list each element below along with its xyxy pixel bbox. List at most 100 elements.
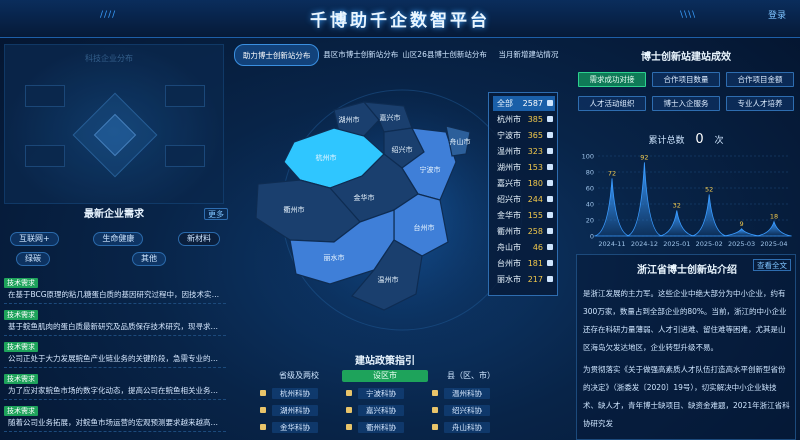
city-row[interactable]: 温州市 323: [493, 144, 555, 159]
area-spike[interactable]: [626, 162, 663, 237]
map-label-shaoxing: 绍兴市: [392, 145, 413, 154]
city-count: 385: [527, 115, 543, 124]
policy-item-label: 衢州科协: [358, 421, 404, 433]
policy-tab-city[interactable]: 设区市: [342, 370, 428, 382]
area-spike[interactable]: [723, 228, 760, 237]
demand-text: 为了应对家鲩鱼市场的数字化动态，提高公司在鲩鱼相关业务的...: [8, 386, 222, 395]
area-spike[interactable]: [756, 220, 792, 237]
tab-mountain-26-counties[interactable]: 山区26县博士创新站分布: [402, 44, 487, 66]
demand-item[interactable]: 技术需求 为了应对家鲩鱼市场的数字化动态，提高公司在鲩鱼相关业务的...: [4, 374, 226, 400]
demand-item[interactable]: 技术需求 公司正处于大力发展鲩鱼产业链业务的关键阶段，急需专业的鲩鱼...: [4, 342, 226, 368]
city-row[interactable]: 台州市 181: [493, 256, 555, 271]
map-label-quzhou: 衢州市: [284, 205, 305, 214]
login-link[interactable]: 登录: [768, 8, 786, 21]
data-label: 92: [640, 153, 648, 161]
city-name: 温州市: [497, 147, 521, 156]
city-row[interactable]: 宁波市 365: [493, 128, 555, 143]
demand-item[interactable]: 技术需求 在基于BCG原理的粘几糖蛋白质的基因研究过程中，因技术实现、数...: [4, 278, 226, 304]
area-spike[interactable]: [691, 194, 727, 237]
policy-panel: 建站政策指引 省级及两校 设区市 县（区、市） 杭州科协 宁波科协 温州科协 湖…: [250, 352, 520, 440]
intro-body: 是浙江发展的主力军。这些企业中绝大部分为中小企业，约有300万家，数量占到全部企…: [583, 285, 791, 437]
tag-internet-plus[interactable]: 互联网+: [10, 232, 59, 246]
city-name: 舟山市: [497, 243, 521, 252]
area-spike[interactable]: [594, 178, 630, 237]
city-row[interactable]: 杭州市 385: [493, 112, 555, 127]
header-deco-right: \\\\: [680, 10, 697, 20]
city-name: 嘉兴市: [497, 179, 521, 188]
policy-item[interactable]: 湖州科协: [256, 403, 342, 417]
tab-doctor-station-distribution[interactable]: 助力博士创新站分布: [234, 44, 320, 66]
policy-panel-title: 建站政策指引: [355, 356, 415, 367]
policy-tab-provincial[interactable]: 省级及两校: [256, 370, 342, 382]
city-name: 宁波市: [497, 131, 521, 140]
doc-icon: [432, 390, 438, 396]
city-count: 46: [532, 243, 543, 252]
tab-monthly-new-stations[interactable]: 当月新增建站情况: [487, 44, 570, 66]
city-row[interactable]: 舟山市 46: [493, 240, 555, 255]
page-title: 千博助千企数智平台: [310, 11, 490, 31]
policy-item[interactable]: 衢州科协: [342, 420, 428, 434]
policy-item[interactable]: 温州科协: [428, 386, 514, 400]
side-chip: [165, 85, 205, 107]
policy-item[interactable]: 杭州科协: [256, 386, 342, 400]
policy-item[interactable]: 宁波科协: [342, 386, 428, 400]
city-count: 181: [527, 259, 543, 268]
city-row[interactable]: 嘉兴市 180: [493, 176, 555, 191]
total-value: 0: [695, 132, 704, 147]
policy-item-label: 嘉兴科协: [358, 404, 404, 416]
btn-talent-events[interactable]: 人才活动组织: [578, 96, 646, 111]
policy-item[interactable]: 金华科协: [256, 420, 342, 434]
demand-item[interactable]: 技术需求 基于鲩鱼肌肉的蛋白质最新研究及品质保存技术研究，现寻求专...: [4, 310, 226, 336]
demand-text: 随着公司业务拓展，对鲩鱼市场运营的宏观预测要求越来越高，现需...: [8, 418, 222, 427]
btn-project-amount[interactable]: 合作项目金额: [726, 72, 794, 87]
city-row[interactable]: 丽水市 217: [493, 272, 555, 287]
area-spike[interactable]: [659, 210, 695, 237]
city-row[interactable]: 衢州市 258: [493, 224, 555, 239]
btn-project-count[interactable]: 合作项目数量: [652, 72, 720, 87]
map-label-wenzhou: 温州市: [378, 275, 399, 284]
map-label-huzhou: 湖州市: [339, 115, 360, 124]
tag-green-carbon[interactable]: 绿碳: [16, 252, 50, 266]
side-chip: [25, 85, 65, 107]
total-unit: 次: [714, 136, 724, 146]
map-label-taizhou: 台州市: [414, 223, 435, 232]
policy-item[interactable]: 嘉兴科协: [342, 403, 428, 417]
tag-other[interactable]: 其他: [132, 252, 166, 266]
city-row[interactable]: 金华市 155: [493, 208, 555, 223]
results-button-row-2: 人才活动组织 博士入企服务 专业人才培养: [578, 96, 794, 111]
tag-new-materials[interactable]: 新材料: [177, 232, 220, 246]
demand-text: 基于鲩鱼肌肉的蛋白质最新研究及品质保存技术研究，现寻求专...: [8, 322, 222, 331]
station-icon: [547, 116, 553, 122]
intro-more-button[interactable]: 查看全文: [753, 259, 791, 271]
faint-panel-title: 科技企业分布: [85, 54, 133, 63]
station-icon: [547, 260, 553, 266]
trend-chart: 0 20 40 60 80 100 72 2024-11 92 2024-12 32 2025-01 5…: [582, 153, 792, 248]
city-count: 258: [527, 227, 543, 236]
demand-item[interactable]: 技术需求 随着公司业务拓展，对鲩鱼市场运营的宏观预测要求越来越高，现需...: [4, 406, 226, 432]
station-icon: [547, 212, 553, 218]
tag-life-health[interactable]: 生命健康: [93, 232, 144, 246]
doc-icon: [432, 424, 438, 430]
right-column: 博士创新站建站成效 需求成功对接 合作项目数量 合作项目金额 人才活动组织 博士…: [572, 40, 800, 440]
city-row[interactable]: 绍兴市 244: [493, 192, 555, 207]
station-icon: [547, 164, 553, 170]
city-row[interactable]: 湖州市 153: [493, 160, 555, 175]
map-label-jiaxing: 嘉兴市: [380, 113, 401, 122]
doc-icon: [260, 390, 266, 396]
policy-item[interactable]: 绍兴科协: [428, 403, 514, 417]
y-tick-label: 20: [586, 217, 594, 225]
tab-district-distribution[interactable]: 县区市博士创新站分布: [319, 44, 402, 66]
demand-more-button[interactable]: 更多: [204, 208, 228, 220]
city-row-all[interactable]: 全部 2587: [493, 96, 555, 111]
btn-demand-matched[interactable]: 需求成功对接: [578, 72, 646, 87]
btn-talent-training[interactable]: 专业人才培养: [726, 96, 794, 111]
policy-row: 金华科协 衢州科协 舟山科协: [256, 420, 514, 434]
policy-item[interactable]: 舟山科协: [428, 420, 514, 434]
results-panel-title: 博士创新站建站成效: [641, 52, 731, 63]
policy-tab-county[interactable]: 县（区、市）: [428, 370, 514, 382]
tech-demand-badge: 技术需求: [4, 310, 38, 320]
city-name: 绍兴市: [497, 195, 521, 204]
map-label-hangzhou: 杭州市: [316, 153, 337, 162]
doc-icon: [346, 407, 352, 413]
btn-doctor-service[interactable]: 博士入企服务: [652, 96, 720, 111]
